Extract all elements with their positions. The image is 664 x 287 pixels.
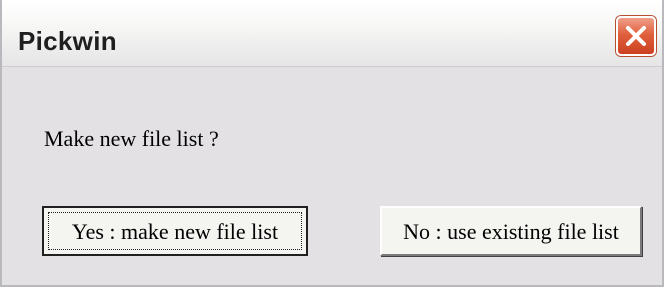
window-title: Pickwin <box>18 26 117 56</box>
close-icon <box>626 26 646 46</box>
close-button[interactable] <box>616 16 656 56</box>
title-bar[interactable]: Pickwin <box>2 0 662 67</box>
dialog-window: Pickwin Make new file list ? Yes : make … <box>0 0 664 287</box>
yes-button-label: Yes : make new file list <box>71 219 279 244</box>
yes-make-new-file-list-button[interactable]: Yes : make new file list <box>42 206 308 256</box>
no-button-label: No : use existing file list <box>403 219 619 244</box>
dialog-message: Make new file list ? <box>44 126 219 151</box>
no-use-existing-file-list-button[interactable]: No : use existing file list <box>380 206 642 256</box>
